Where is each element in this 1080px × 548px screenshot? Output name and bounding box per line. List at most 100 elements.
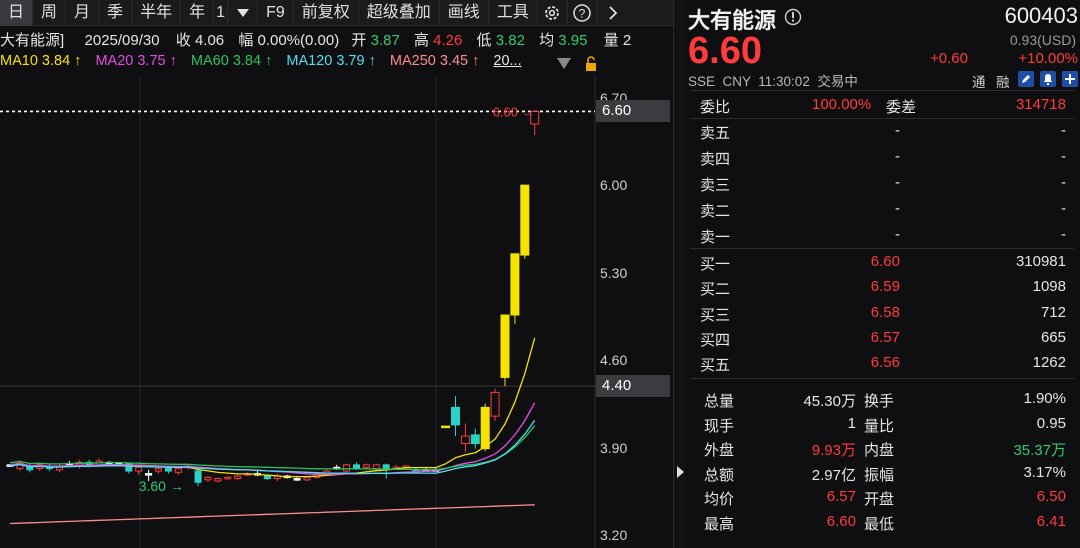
order-price: 6.58 — [870, 303, 900, 321]
stat-value: 3.17% — [1023, 463, 1066, 481]
high-value: 4.26 — [433, 32, 463, 49]
stat-value: 35.37万 — [1013, 442, 1066, 459]
order-price: - — [895, 148, 900, 165]
avg-value: 3.95 — [558, 32, 588, 49]
quote-action-icons — [1018, 71, 1078, 87]
tab-more-period[interactable]: 1 — [214, 0, 229, 26]
order-label: 卖三 — [700, 177, 731, 194]
buy-row[interactable]: 买三 6.58 712 — [686, 300, 1080, 326]
order-price: - — [895, 200, 900, 217]
volume-value: 2 — [622, 32, 632, 49]
order-label: 买二 — [700, 281, 731, 299]
sell-row[interactable]: 卖二 - - — [686, 196, 1080, 222]
sell-row[interactable]: 卖五 - - — [686, 118, 1080, 144]
market-meta: SSE CNY 11:30:02 交易中 — [688, 74, 858, 89]
y-axis: 6.70 6.00 5.30 4.60 3.90 3.20 6.60 4.40 — [0, 75, 673, 548]
adjust-button[interactable]: 前复权 — [294, 0, 359, 26]
stat-label: 外盘 — [704, 442, 735, 459]
sell-row[interactable]: 卖四 - - — [686, 144, 1080, 170]
stat-label: 最低 — [864, 515, 895, 533]
volume-label: 量 — [603, 32, 619, 49]
gear-icon[interactable] — [538, 0, 568, 26]
buy-row[interactable]: 买一 6.60 310981 — [686, 249, 1080, 275]
stat-label: 现手 — [704, 417, 735, 435]
order-label: 买五 — [700, 357, 731, 375]
order-volume: - — [1061, 200, 1066, 217]
f9-button[interactable]: F9 — [258, 0, 294, 26]
tools-button[interactable]: 工具 — [489, 0, 538, 26]
open-label: 开 — [351, 32, 367, 49]
open-value: 3.87 — [370, 32, 400, 49]
lock-icon[interactable] — [586, 63, 596, 71]
tab-month[interactable]: 月 — [66, 0, 100, 26]
panel-divider[interactable] — [673, 0, 686, 548]
buy-row[interactable]: 买四 6.57 665 — [686, 325, 1080, 351]
overlay-button[interactable]: 超级叠加 — [359, 0, 440, 26]
tab-day[interactable]: 日 — [0, 0, 34, 26]
buy-row[interactable]: 买五 6.56 1262 — [686, 350, 1080, 376]
order-price: 6.56 — [870, 354, 900, 372]
info-icon[interactable] — [784, 8, 802, 26]
order-volume: 310981 — [1015, 253, 1066, 270]
stat-value: 6.57 — [826, 488, 856, 505]
sell-row[interactable]: 卖三 - - — [686, 170, 1080, 196]
stat-label: 总量 — [704, 393, 735, 410]
order-label: 买三 — [700, 306, 731, 324]
chevron-right-icon[interactable] — [598, 0, 628, 26]
ma-controls — [557, 56, 596, 71]
tab-half-year[interactable]: 半年 — [132, 0, 182, 26]
sell-row[interactable]: 卖一 - - — [686, 222, 1080, 248]
tong-label: 通 — [972, 75, 986, 90]
order-price: - — [895, 174, 900, 191]
ma-more-link[interactable]: 20... — [493, 53, 521, 69]
weibi-value: 100.00% — [812, 96, 872, 113]
stats-row: 均价 6.57 开盘 6.50 — [686, 484, 1080, 510]
stat-value: 6.60 — [826, 512, 856, 530]
last-price: 6.60 — [688, 30, 762, 72]
stat-label: 开盘 — [864, 491, 895, 508]
stat-label: 最高 — [704, 515, 735, 533]
change-value: 0.00%(0.00) — [257, 32, 340, 49]
stat-value: 2.97亿 — [811, 466, 856, 484]
info-date: 2025/09/30 — [84, 32, 160, 49]
stats-row: 最高 6.60 最低 6.41 — [686, 509, 1080, 535]
last-price-tag: 6.60 — [596, 100, 670, 123]
stats-row: 现手 1 量比 0.95 — [686, 411, 1080, 437]
stat-value: 45.30万 — [803, 393, 856, 410]
tab-week[interactable]: 周 — [33, 0, 67, 26]
info-stock-name: 大有能源] — [0, 32, 65, 49]
weicha-value: 314718 — [1015, 96, 1066, 113]
order-label: 买四 — [700, 331, 731, 349]
weibi-row: 委比 100.00% 委差 314718 — [686, 92, 1080, 118]
stats-row: 总额 2.97亿 振幅 3.17% — [686, 460, 1080, 486]
stats-row: 外盘 9.93万 内盘 35.37万 — [686, 435, 1080, 461]
buy-row[interactable]: 买二 6.59 1098 — [686, 274, 1080, 300]
tab-year[interactable]: 年 — [181, 0, 215, 26]
stat-label: 换手 — [864, 393, 895, 410]
order-label: 卖二 — [700, 203, 731, 220]
order-price: 6.59 — [870, 278, 900, 296]
order-volume: 1098 — [1032, 278, 1066, 296]
ma250-label: MA250 3.45 ↑ — [389, 53, 480, 69]
period-dropdown-icon[interactable] — [228, 0, 259, 26]
stat-label: 均价 — [704, 491, 735, 508]
order-volume: 1262 — [1032, 354, 1066, 372]
order-volume: 712 — [1040, 303, 1066, 321]
chart-toolbar: 日 周 月 季 半年 年 1 F9 前复权 超级叠加 画线 工具 ? — [0, 0, 673, 26]
close-value: 4.06 — [194, 32, 225, 49]
price-change: +0.60 — [930, 50, 968, 67]
order-volume: 665 — [1040, 328, 1066, 346]
y-tick-label: 5.30 — [600, 264, 628, 281]
ohlc-info-row: 大有能源] 2025/09/30 收 4.06 幅 0.00%(0.00) 开 … — [0, 29, 673, 50]
draw-button[interactable]: 画线 — [440, 0, 489, 26]
low-value: 3.82 — [495, 32, 525, 49]
stat-value: 0.95 — [1036, 414, 1066, 432]
expand-arrow-icon[interactable] — [674, 465, 686, 479]
price-change-pct: +10.00% — [1018, 50, 1078, 67]
ma-collapse-icon[interactable] — [557, 58, 571, 69]
tab-quarter[interactable]: 季 — [99, 0, 133, 26]
order-volume: - — [1061, 148, 1066, 165]
help-icon[interactable]: ? — [568, 0, 598, 26]
stat-value: 6.41 — [1036, 512, 1066, 530]
rong-label: 融 — [996, 75, 1010, 90]
